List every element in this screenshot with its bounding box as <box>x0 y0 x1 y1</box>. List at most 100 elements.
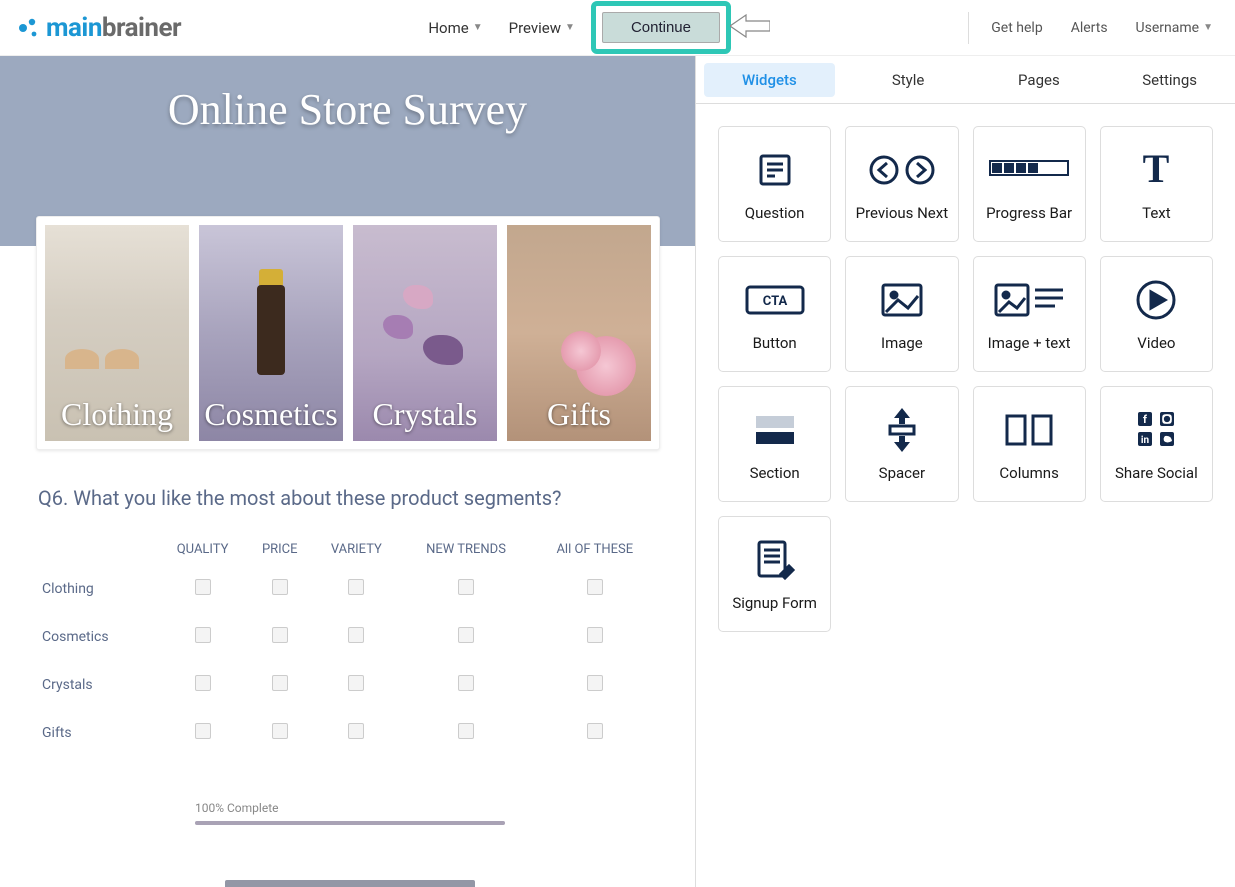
checkbox[interactable] <box>195 579 211 595</box>
nav-home[interactable]: Home▼ <box>416 11 494 45</box>
spacer-icon <box>882 406 922 454</box>
tab-widgets[interactable]: Widgets <box>704 63 835 97</box>
checkbox[interactable] <box>272 579 288 595</box>
category-tile-crystals[interactable]: Crystals <box>353 225 497 441</box>
col-newtrends: NEW TRENDS <box>400 534 531 565</box>
tab-settings[interactable]: Settings <box>1104 59 1235 101</box>
widget-label: Columns <box>999 464 1058 482</box>
widget-image-text[interactable]: Image + text <box>973 256 1086 372</box>
svg-text:CTA: CTA <box>762 294 787 309</box>
widget-video[interactable]: Video <box>1100 256 1213 372</box>
checkbox[interactable] <box>348 579 364 595</box>
continue-button[interactable]: Continue <box>602 12 720 43</box>
widget-label: Image + text <box>988 334 1071 352</box>
col-allofthese: All OF THESE <box>532 534 658 565</box>
nav-username[interactable]: Username▼ <box>1124 12 1225 44</box>
preview-canvas: Online Store Survey Clothing Cosmetics C… <box>0 56 695 887</box>
signup-form-icon <box>753 536 797 584</box>
widget-label: Image <box>881 334 923 352</box>
widget-button[interactable]: CTAButton <box>718 256 831 372</box>
matrix-question-table: QUALITY PRICE VARIETY NEW TRENDS All OF … <box>38 534 658 757</box>
widget-label: Spacer <box>879 464 925 482</box>
checkbox[interactable] <box>587 579 603 595</box>
checkbox[interactable] <box>587 675 603 691</box>
checkbox[interactable] <box>195 627 211 643</box>
text-icon: T <box>1134 146 1178 194</box>
continue-highlight: Continue <box>591 1 731 54</box>
checkbox[interactable] <box>587 627 603 643</box>
row-label: Crystals <box>38 661 158 709</box>
checkbox[interactable] <box>348 675 364 691</box>
checkbox[interactable] <box>348 627 364 643</box>
checkbox[interactable] <box>272 723 288 739</box>
category-tile-clothing[interactable]: Clothing <box>45 225 189 441</box>
progress-bar <box>195 821 505 825</box>
widget-label: Previous Next <box>856 204 948 222</box>
table-row: Clothing <box>38 565 658 613</box>
tab-pages[interactable]: Pages <box>974 59 1105 101</box>
row-label: Gifts <box>38 709 158 757</box>
category-frame: Clothing Cosmetics Crystals Gifts <box>36 216 660 450</box>
widget-text[interactable]: T Text <box>1100 126 1213 242</box>
widget-image[interactable]: Image <box>845 256 958 372</box>
svg-text:in: in <box>1141 435 1150 446</box>
checkbox[interactable] <box>458 579 474 595</box>
right-panel: Widgets Style Pages Settings Question Pre… <box>695 56 1235 887</box>
chevron-down-icon: ▼ <box>473 22 483 33</box>
svg-text:f: f <box>1143 413 1147 426</box>
image-text-icon <box>993 276 1065 324</box>
widget-share-social[interactable]: f in Share Social <box>1100 386 1213 502</box>
previous-button[interactable]: Previous <box>225 880 475 887</box>
widget-label: Text <box>1142 204 1171 222</box>
widget-columns[interactable]: Columns <box>973 386 1086 502</box>
survey-title: Online Store Survey <box>168 84 527 135</box>
share-social-icon: f in <box>1134 406 1178 454</box>
widget-label: Video <box>1137 334 1175 352</box>
category-tile-cosmetics[interactable]: Cosmetics <box>199 225 343 441</box>
widget-signup-form[interactable]: Signup Form <box>718 516 831 632</box>
checkbox[interactable] <box>458 627 474 643</box>
checkbox[interactable] <box>195 723 211 739</box>
category-tile-gifts[interactable]: Gifts <box>507 225 651 441</box>
widget-question[interactable]: Question <box>718 126 831 242</box>
widget-label: Progress Bar <box>986 204 1072 222</box>
checkbox[interactable] <box>272 627 288 643</box>
widget-section[interactable]: Section <box>718 386 831 502</box>
question-block: Q6. What you like the most about these p… <box>38 486 658 757</box>
progress-bar-icon <box>989 146 1069 194</box>
nav-alerts[interactable]: Alerts <box>1059 12 1120 44</box>
checkbox[interactable] <box>587 723 603 739</box>
table-row: Crystals <box>38 661 658 709</box>
svg-text:T: T <box>1143 148 1170 191</box>
widget-label: Share Social <box>1115 464 1198 482</box>
col-quality: QUALITY <box>158 534 247 565</box>
nav-center: Home▼ Preview▼ Continue <box>416 1 733 54</box>
panel-tabs: Widgets Style Pages Settings <box>696 56 1235 104</box>
button-icon: CTA <box>745 276 805 324</box>
section-icon <box>753 406 797 454</box>
widget-spacer[interactable]: Spacer <box>845 386 958 502</box>
nav-right: Get help Alerts Username▼ <box>968 12 1225 44</box>
tab-style[interactable]: Style <box>843 59 974 101</box>
nav-preview[interactable]: Preview▼ <box>497 11 587 45</box>
widget-previous-next[interactable]: Previous Next <box>845 126 958 242</box>
checkbox[interactable] <box>272 675 288 691</box>
previous-next-icon <box>867 146 937 194</box>
row-label: Clothing <box>38 565 158 613</box>
widget-grid: Question Previous Next Progress Bar T Text CT… <box>696 104 1235 654</box>
checkbox[interactable] <box>348 723 364 739</box>
nav-help[interactable]: Get help <box>979 12 1054 44</box>
question-title: Q6. What you like the most about these p… <box>38 486 658 510</box>
checkbox[interactable] <box>458 675 474 691</box>
widget-label: Signup Form <box>732 594 817 612</box>
brand-logo: mainbrainer <box>18 13 181 43</box>
widget-progress-bar[interactable]: Progress Bar <box>973 126 1086 242</box>
question-icon <box>755 146 795 194</box>
checkbox[interactable] <box>458 723 474 739</box>
table-row: Cosmetics <box>38 613 658 661</box>
widget-label: Question <box>745 204 805 222</box>
col-variety: VARIETY <box>312 534 400 565</box>
col-price: PRICE <box>247 534 312 565</box>
checkbox[interactable] <box>195 675 211 691</box>
row-label: Cosmetics <box>38 613 158 661</box>
